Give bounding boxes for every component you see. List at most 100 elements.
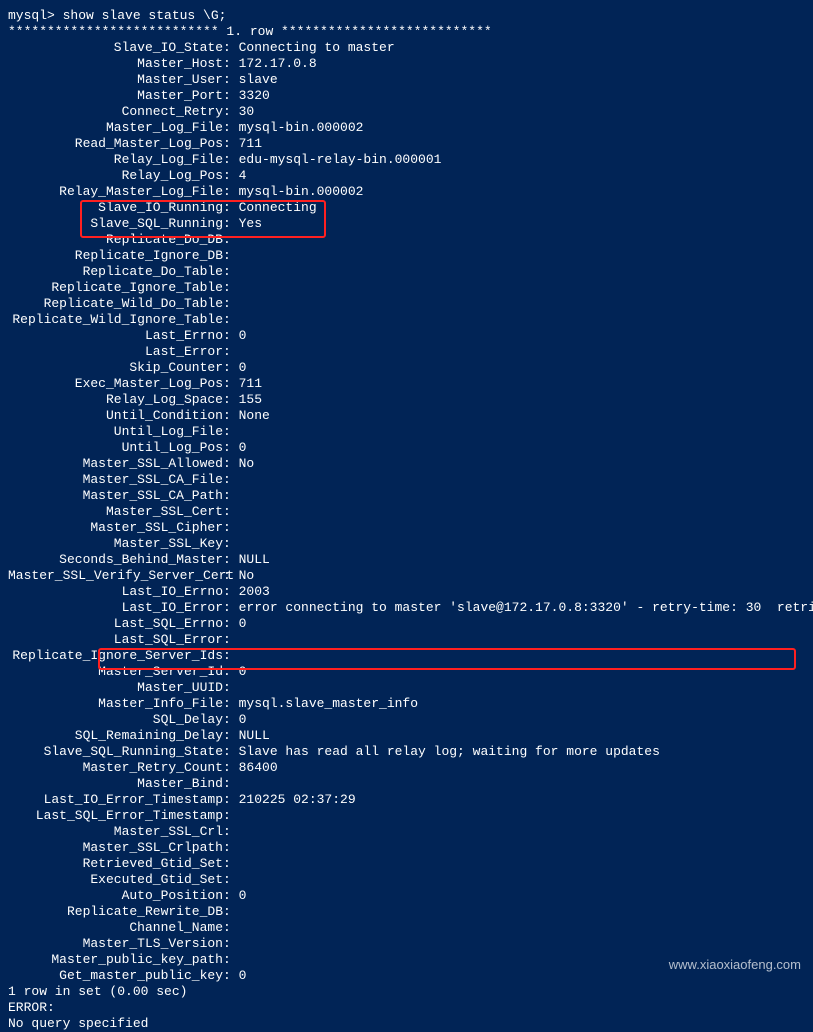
field-separator: : bbox=[223, 488, 239, 504]
field-value: 3320 bbox=[239, 88, 270, 104]
field-separator: : bbox=[223, 696, 239, 712]
field-row: Until_Condition: None bbox=[8, 408, 805, 424]
field-label: Master_UUID bbox=[8, 680, 223, 696]
field-row: Exec_Master_Log_Pos: 711 bbox=[8, 376, 805, 392]
field-separator: : bbox=[223, 88, 239, 104]
field-value: 0 bbox=[239, 616, 247, 632]
field-value: 0 bbox=[239, 888, 247, 904]
field-label: Master_SSL_Cipher bbox=[8, 520, 223, 536]
field-separator: : bbox=[223, 904, 239, 920]
field-value: mysql.slave_master_info bbox=[239, 696, 418, 712]
field-value: 210225 02:37:29 bbox=[239, 792, 356, 808]
field-label: Master_SSL_Crlpath bbox=[8, 840, 223, 856]
field-label: Last_Error bbox=[8, 344, 223, 360]
error-message: No query specified bbox=[8, 1016, 805, 1032]
field-row: Channel_Name: bbox=[8, 920, 805, 936]
field-value: No bbox=[239, 568, 255, 584]
field-label: Master_Info_File bbox=[8, 696, 223, 712]
field-value: NULL bbox=[239, 728, 270, 744]
field-separator: : bbox=[223, 408, 239, 424]
field-separator: : bbox=[223, 72, 239, 88]
field-row: Master_Port: 3320 bbox=[8, 88, 805, 104]
field-label: Master_Log_File bbox=[8, 120, 223, 136]
field-value: 86400 bbox=[239, 760, 278, 776]
field-value: Yes bbox=[239, 216, 262, 232]
field-separator: : bbox=[223, 648, 239, 664]
field-label: Relay_Log_Space bbox=[8, 392, 223, 408]
field-label: Master_SSL_CA_Path bbox=[8, 488, 223, 504]
field-row: Last_Error: bbox=[8, 344, 805, 360]
field-row: Master_Server_Id: 0 bbox=[8, 664, 805, 680]
field-label: Retrieved_Gtid_Set bbox=[8, 856, 223, 872]
field-label: Master_Port bbox=[8, 88, 223, 104]
field-separator: : bbox=[223, 440, 239, 456]
field-separator: : bbox=[223, 184, 239, 200]
field-separator: : bbox=[223, 328, 239, 344]
field-separator: : bbox=[223, 776, 239, 792]
field-row: Master_SSL_Cert: bbox=[8, 504, 805, 520]
field-label: Master_Server_Id bbox=[8, 664, 223, 680]
field-separator: : bbox=[223, 248, 239, 264]
field-value: 172.17.0.8 bbox=[239, 56, 317, 72]
field-separator: : bbox=[223, 872, 239, 888]
field-label: Seconds_Behind_Master bbox=[8, 552, 223, 568]
field-label: SQL_Delay bbox=[8, 712, 223, 728]
field-separator: : bbox=[223, 296, 239, 312]
field-separator: : bbox=[223, 344, 239, 360]
field-label: Master_SSL_CA_File bbox=[8, 472, 223, 488]
field-separator: : bbox=[223, 744, 239, 760]
field-separator: : bbox=[223, 536, 239, 552]
field-value: None bbox=[239, 408, 270, 424]
field-separator: : bbox=[223, 712, 239, 728]
field-row: Master_SSL_CA_Path: bbox=[8, 488, 805, 504]
field-row: Skip_Counter: 0 bbox=[8, 360, 805, 376]
field-label: Last_IO_Error_Timestamp bbox=[8, 792, 223, 808]
field-row: Master_Host: 172.17.0.8 bbox=[8, 56, 805, 72]
field-row: Master_Bind: bbox=[8, 776, 805, 792]
field-separator: : bbox=[223, 360, 239, 376]
field-value: mysql-bin.000002 bbox=[239, 184, 364, 200]
field-label: Until_Condition bbox=[8, 408, 223, 424]
row-header: *************************** 1. row *****… bbox=[8, 24, 805, 40]
field-separator: : bbox=[223, 520, 239, 536]
field-value: 155 bbox=[239, 392, 262, 408]
field-row: SQL_Remaining_Delay: NULL bbox=[8, 728, 805, 744]
field-separator: : bbox=[223, 600, 239, 616]
field-row: Last_IO_Error: error connecting to maste… bbox=[8, 600, 805, 616]
field-separator: : bbox=[223, 808, 239, 824]
field-separator: : bbox=[223, 680, 239, 696]
field-label: Relay_Master_Log_File bbox=[8, 184, 223, 200]
field-separator: : bbox=[223, 312, 239, 328]
field-separator: : bbox=[223, 232, 239, 248]
field-label: Channel_Name bbox=[8, 920, 223, 936]
field-value: mysql-bin.000002 bbox=[239, 120, 364, 136]
field-row: Replicate_Wild_Ignore_Table: bbox=[8, 312, 805, 328]
field-row: Master_Log_File: mysql-bin.000002 bbox=[8, 120, 805, 136]
field-label: Replicate_Wild_Ignore_Table bbox=[8, 312, 223, 328]
field-separator: : bbox=[223, 456, 239, 472]
field-value: 711 bbox=[239, 376, 262, 392]
field-label: Last_Errno bbox=[8, 328, 223, 344]
field-row: Relay_Log_Pos: 4 bbox=[8, 168, 805, 184]
field-value: 4 bbox=[239, 168, 247, 184]
field-separator: : bbox=[223, 168, 239, 184]
field-separator: : bbox=[223, 584, 239, 600]
field-value: 0 bbox=[239, 360, 247, 376]
field-label: Executed_Gtid_Set bbox=[8, 872, 223, 888]
field-label: Replicate_Ignore_Table bbox=[8, 280, 223, 296]
field-separator: : bbox=[223, 376, 239, 392]
field-row: Replicate_Do_Table: bbox=[8, 264, 805, 280]
field-row: Master_SSL_Cipher: bbox=[8, 520, 805, 536]
field-row: Seconds_Behind_Master: NULL bbox=[8, 552, 805, 568]
field-row: Master_TLS_Version: bbox=[8, 936, 805, 952]
field-label: Until_Log_File bbox=[8, 424, 223, 440]
field-label: Master_SSL_Cert bbox=[8, 504, 223, 520]
field-label: Replicate_Wild_Do_Table bbox=[8, 296, 223, 312]
field-row: Slave_IO_Running: Connecting bbox=[8, 200, 805, 216]
field-separator: : bbox=[223, 552, 239, 568]
field-separator: : bbox=[223, 200, 239, 216]
field-row: Replicate_Rewrite_DB: bbox=[8, 904, 805, 920]
field-separator: : bbox=[223, 280, 239, 296]
field-label: Master_SSL_Crl bbox=[8, 824, 223, 840]
field-row: Slave_SQL_Running_State: Slave has read … bbox=[8, 744, 805, 760]
